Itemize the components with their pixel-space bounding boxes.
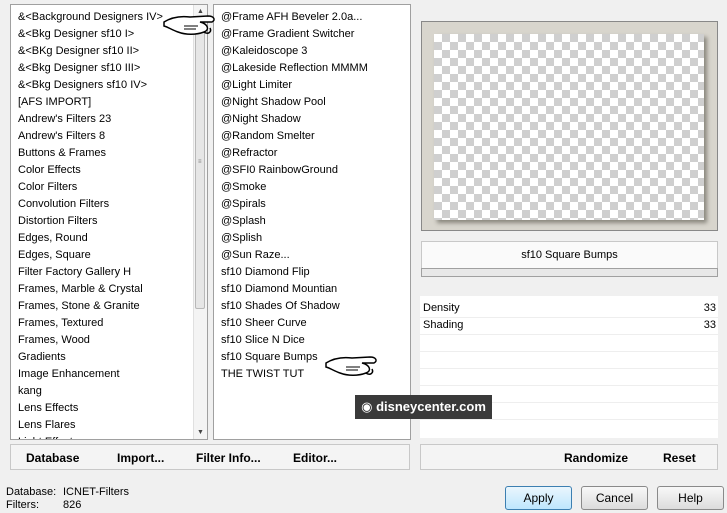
filter-list-item[interactable]: sf10 Square Bumps bbox=[214, 349, 410, 366]
filter-list-item[interactable]: @Kaleidoscope 3 bbox=[214, 43, 410, 60]
grip-icon: ≡ bbox=[198, 159, 202, 165]
scroll-down-icon[interactable]: ▼ bbox=[194, 426, 207, 439]
filter-list-item[interactable]: @Smoke bbox=[214, 179, 410, 196]
filter-info-button[interactable]: Filter Info... bbox=[196, 451, 261, 465]
filter-list-item[interactable]: @Frame AFH Beveler 2.0a... bbox=[214, 9, 410, 26]
category-list-item[interactable]: Frames, Stone & Granite bbox=[11, 298, 193, 315]
category-list-item[interactable]: Gradients bbox=[11, 349, 193, 366]
filter-list-item[interactable]: @Spirals bbox=[214, 196, 410, 213]
filter-list-item[interactable]: @Light Limiter bbox=[214, 77, 410, 94]
filter-list-item[interactable]: sf10 Diamond Mountian bbox=[214, 281, 410, 298]
cancel-button[interactable]: Cancel bbox=[581, 486, 648, 510]
left-button-bar: Database Import... Filter Info... Editor… bbox=[10, 444, 410, 470]
filter-list-item[interactable]: sf10 Slice N Dice bbox=[214, 332, 410, 349]
category-list-items: &<Background Designers IV> &<Bkg Designer… bbox=[11, 9, 193, 439]
filters-count: 826 bbox=[63, 499, 82, 511]
category-list-item[interactable]: Distortion Filters bbox=[11, 213, 193, 230]
right-button-bar: Randomize Reset bbox=[420, 444, 718, 470]
category-scrollbar[interactable]: ▲ ≡ ▼ bbox=[193, 5, 207, 439]
param-label: Shading bbox=[423, 319, 464, 331]
category-list-item[interactable]: Frames, Marble & Crystal bbox=[11, 281, 193, 298]
category-list-item[interactable]: Lens Effects bbox=[11, 400, 193, 417]
category-list-item[interactable]: Lens Flares bbox=[11, 417, 193, 434]
database-value: ICNET-Filters bbox=[63, 486, 129, 498]
param-row-density[interactable]: Density 33 bbox=[420, 300, 718, 318]
category-list-item[interactable]: Convolution Filters bbox=[11, 196, 193, 213]
category-list-item[interactable]: Andrew's Filters 8 bbox=[11, 128, 193, 145]
category-list-item[interactable]: Color Filters bbox=[11, 179, 193, 196]
divider bbox=[420, 351, 718, 352]
filter-list-item[interactable]: THE TWIST TUT bbox=[214, 366, 410, 383]
category-list[interactable]: &<Background Designers IV> &<Bkg Designer… bbox=[10, 4, 208, 440]
filter-list-item[interactable]: sf10 Sheer Curve bbox=[214, 315, 410, 332]
category-list-item[interactable]: &<BKg Designer sf10 II> bbox=[11, 43, 193, 60]
category-list-item[interactable]: Filter Factory Gallery H bbox=[11, 264, 193, 281]
preview-image bbox=[421, 21, 718, 231]
watermark: ◉ disneycenter.com bbox=[355, 395, 492, 419]
database-label: Database: bbox=[6, 486, 57, 498]
filter-list-item[interactable]: sf10 Diamond Flip bbox=[214, 264, 410, 281]
category-list-item[interactable]: Image Enhancement bbox=[11, 366, 193, 383]
filter-list-item[interactable]: @Lakeside Reflection MMMM bbox=[214, 60, 410, 77]
transparency-checkerboard bbox=[434, 34, 704, 220]
filter-list-item[interactable]: @Random Smelter bbox=[214, 128, 410, 145]
filter-name-label: sf10 Square Bumps bbox=[421, 241, 718, 269]
randomize-button[interactable]: Randomize bbox=[564, 451, 628, 465]
category-list-item[interactable]: Andrew's Filters 23 bbox=[11, 111, 193, 128]
filter-list[interactable]: @Frame AFH Beveler 2.0a... @Frame Gradien… bbox=[213, 4, 411, 440]
divider bbox=[420, 385, 718, 386]
param-label: Density bbox=[423, 302, 460, 314]
category-list-item[interactable]: Buttons & Frames bbox=[11, 145, 193, 162]
category-list-item[interactable]: Edges, Square bbox=[11, 247, 193, 264]
divider bbox=[420, 419, 718, 420]
filter-list-item[interactable]: @Refractor bbox=[214, 145, 410, 162]
import-button[interactable]: Import... bbox=[117, 451, 164, 465]
filter-list-item[interactable]: @Sun Raze... bbox=[214, 247, 410, 264]
param-row-shading[interactable]: Shading 33 bbox=[420, 317, 718, 335]
category-list-item[interactable]: Light Effects bbox=[11, 434, 193, 439]
filter-list-item[interactable]: sf10 Shades Of Shadow bbox=[214, 298, 410, 315]
category-list-item[interactable]: [AFS IMPORT] bbox=[11, 94, 193, 111]
database-button[interactable]: Database bbox=[26, 451, 79, 465]
category-list-item[interactable]: Color Effects bbox=[11, 162, 193, 179]
filter-list-item[interactable]: @SFI0 RainbowGround bbox=[214, 162, 410, 179]
progress-bar bbox=[421, 268, 718, 277]
mickey-icon: ◉ bbox=[361, 399, 377, 414]
watermark-text: disneycenter.com bbox=[376, 399, 486, 414]
apply-button[interactable]: Apply bbox=[505, 486, 572, 510]
filter-list-item[interactable]: @Night Shadow bbox=[214, 111, 410, 128]
pointing-hand-icon bbox=[163, 15, 215, 35]
help-button[interactable]: Help bbox=[657, 486, 724, 510]
scroll-thumb[interactable]: ≡ bbox=[195, 19, 205, 309]
category-list-item[interactable]: Frames, Textured bbox=[11, 315, 193, 332]
param-value: 33 bbox=[703, 302, 716, 314]
filter-list-item[interactable]: @Night Shadow Pool bbox=[214, 94, 410, 111]
filter-list-item[interactable]: @Splash bbox=[214, 213, 410, 230]
category-list-item[interactable]: Frames, Wood bbox=[11, 332, 193, 349]
filter-list-item[interactable]: @Splish bbox=[214, 230, 410, 247]
category-list-item[interactable]: kang bbox=[11, 383, 193, 400]
reset-button[interactable]: Reset bbox=[663, 451, 696, 465]
filter-list-item[interactable]: @Frame Gradient Switcher bbox=[214, 26, 410, 43]
divider bbox=[420, 368, 718, 369]
status-area: Database: ICNET-Filters Filters: 826 bbox=[6, 486, 129, 512]
category-list-item[interactable]: &<Bkg Designer sf10 III> bbox=[11, 60, 193, 77]
pointing-hand-icon bbox=[325, 356, 377, 376]
param-value: 33 bbox=[703, 319, 716, 331]
editor-button[interactable]: Editor... bbox=[293, 451, 337, 465]
category-list-item[interactable]: Edges, Round bbox=[11, 230, 193, 247]
filters-label: Filters: bbox=[6, 499, 39, 511]
filter-list-items: @Frame AFH Beveler 2.0a... @Frame Gradien… bbox=[214, 9, 410, 383]
category-list-item[interactable]: &<Bkg Designers sf10 IV> bbox=[11, 77, 193, 94]
